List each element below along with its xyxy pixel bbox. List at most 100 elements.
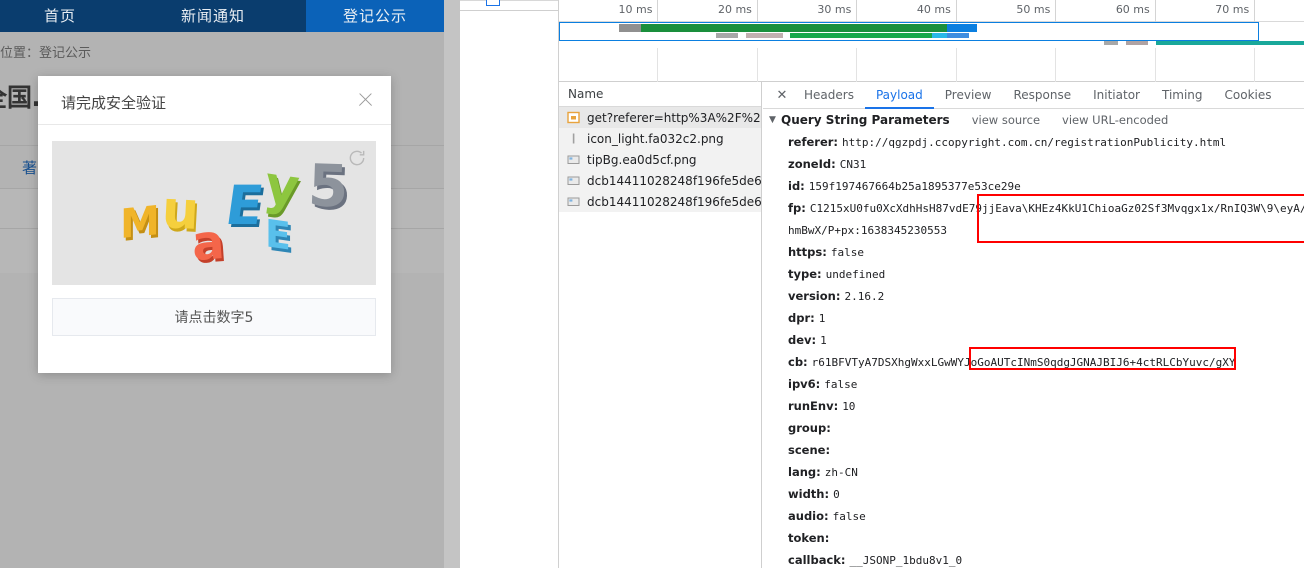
payload-param-row: lang: zh-CN [763,461,1304,483]
site-navbar: 首页 新闻通知 登记公示 [0,0,444,32]
captcha-glyph-m[interactable]: M [120,201,160,245]
tab-timing[interactable]: Timing [1151,82,1214,109]
payload-param-value[interactable]: false [831,246,864,259]
payload-params: ▼ Query String Parameters view source vi… [763,109,1304,568]
payload-param-row: version: 2.16.2 [763,285,1304,307]
timeline-tick-label: 70 ms [1215,3,1249,16]
payload-param-key: version: [788,289,844,303]
payload-param-value[interactable]: __JSONP_1bdu8v1_0 [850,554,963,567]
network-timeline-overview[interactable]: 10 ms20 ms30 ms40 ms50 ms60 ms70 ms [559,0,1304,82]
timeline-bars [559,22,1304,48]
tab-payload[interactable]: Payload [865,82,934,109]
payload-param-row: type: undefined [763,263,1304,285]
devtools-lower-split: Name get?referer=http%3A%2F%2F… icon_ligh… [559,82,1304,568]
payload-param-value[interactable]: 1 [820,334,827,347]
captcha-glyph-e-small[interactable]: E [265,214,291,256]
captcha-glyph-e-large[interactable]: E [222,179,266,233]
request-list-item[interactable]: dcb14411028248f196fe5de6b… [559,170,761,191]
view-source-link[interactable]: view source [972,113,1040,127]
request-name: dcb14411028248f196fe5de6b… [587,195,761,209]
nav-item-registration-publicity[interactable]: 登记公示 [306,0,444,32]
payload-param-value[interactable]: 2.16.2 [844,290,884,303]
close-icon[interactable] [355,89,377,111]
request-list-item[interactable]: tipBg.ea0d5cf.png [559,149,761,170]
payload-param-row: runEnv: 10 [763,395,1304,417]
timeline-tick: 70 ms [559,0,1255,22]
timeline-segment [716,33,738,38]
tab-response[interactable]: Response [1002,82,1082,109]
nav-item-home[interactable]: 首页 [0,0,120,32]
request-name: get?referer=http%3A%2F%2F… [587,111,761,125]
payload-param-value[interactable]: hmBwX/P+px:1638345230553 [788,224,947,237]
payload-param-row: hmBwX/P+px:1638345230553 [763,219,1304,241]
request-name: tipBg.ea0d5cf.png [587,153,697,167]
payload-param-value[interactable]: CN31 [840,158,867,171]
payload-param-value[interactable]: false [824,378,857,391]
page-scrollbar[interactable] [444,0,460,568]
nav-item-news[interactable]: 新闻通知 [120,0,306,32]
payload-param-value[interactable]: undefined [826,268,886,281]
captcha-modal-header: 请完成安全验证 [38,76,391,125]
tab-initiator[interactable]: Initiator [1082,82,1151,109]
payload-param-key: lang: [788,465,825,479]
column-header-name: Name [568,87,603,101]
payload-param-key: dpr: [788,311,819,325]
payload-param-row: group: [763,417,1304,439]
query-string-parameters-header[interactable]: ▼ Query String Parameters view source vi… [763,109,1304,131]
payload-param-key: callback: [788,553,850,567]
payload-param-value[interactable]: http://qgzpdj.ccopyright.com.cn/registra… [842,136,1226,149]
payload-param-value[interactable]: 0 [833,488,840,501]
refresh-icon[interactable] [347,148,367,168]
payload-param-key: scene: [788,443,830,457]
payload-param-key: runEnv: [788,399,842,413]
payload-param-value[interactable]: 10 [842,400,855,413]
payload-param-key: type: [788,267,826,281]
view-url-encoded-link[interactable]: view URL-encoded [1062,113,1168,127]
document-icon [567,111,580,124]
payload-param-row: width: 0 [763,483,1304,505]
request-list-item[interactable]: dcb14411028248f196fe5de6b… [559,191,761,212]
payload-param-key: referer: [788,135,842,149]
captcha-instruction: 请点击数字5 [52,298,376,336]
network-request-list[interactable]: Name get?referer=http%3A%2F%2F… icon_ligh… [559,82,762,568]
tab-headers[interactable]: Headers [793,82,865,109]
timeline-ruler: 10 ms20 ms30 ms40 ms50 ms60 ms70 ms [559,0,1304,22]
timeline-segment [932,33,947,38]
image-icon [567,174,580,187]
payload-param-value[interactable]: r61BFVTyA7DSXhgWxxLGwWYJoGoAUTcINmS0qdgJ… [812,356,1236,369]
payload-param-value[interactable]: C1215xU0fu0XcXdhHsH87vdE79jjEava\KHEz4Kk… [810,202,1304,215]
payload-param-key: zoneId: [788,157,840,171]
captcha-glyph-y[interactable]: y [262,159,303,215]
payload-param-row: dev: 1 [763,329,1304,351]
table-cell-link[interactable]: 著 [22,157,37,178]
payload-param-value[interactable]: 1 [819,312,826,325]
image-icon [567,153,580,166]
tab-preview[interactable]: Preview [934,82,1003,109]
request-list-item[interactable]: get?referer=http%3A%2F%2F… [559,107,761,128]
request-name: icon_light.fa032c2.png [587,132,724,146]
payload-param-row: audio: false [763,505,1304,527]
captcha-image[interactable]: M u a E y E 5 [52,141,376,285]
close-icon[interactable]: ✕ [771,82,793,109]
request-details-pane: ✕ HeadersPayloadPreviewResponseInitiator… [763,82,1304,568]
timeline-segment [746,33,783,38]
payload-param-key: id: [788,179,809,193]
captcha-glyph-a[interactable]: a [190,218,226,268]
payload-param-row: ipv6: false [763,373,1304,395]
payload-param-row: https: false [763,241,1304,263]
payload-param-value[interactable]: 159f197467664b25a1895377e53ce29e [809,180,1021,193]
timeline-segment [1126,41,1148,45]
chevron-down-icon[interactable]: ▼ [769,115,781,125]
image-icon [567,195,580,208]
payload-param-row: zoneId: CN31 [763,153,1304,175]
payload-param-key: audio: [788,509,833,523]
tab-cookies[interactable]: Cookies [1214,82,1283,109]
payload-param-value[interactable]: false [833,510,866,523]
screenshot-root: 首页 新闻通知 登记公示 当前位置：登记公示 全国… 著 请完成安全验证 M u… [0,0,1304,568]
payload-param-row: referer: http://qgzpdj.ccopyright.com.cn… [763,131,1304,153]
request-list-item[interactable]: icon_light.fa032c2.png [559,128,761,149]
captcha-glyph-5[interactable]: 5 [307,156,349,215]
timeline-segment [947,24,977,32]
payload-param-value[interactable]: zh-CN [825,466,858,479]
payload-param-key: token: [788,531,829,545]
